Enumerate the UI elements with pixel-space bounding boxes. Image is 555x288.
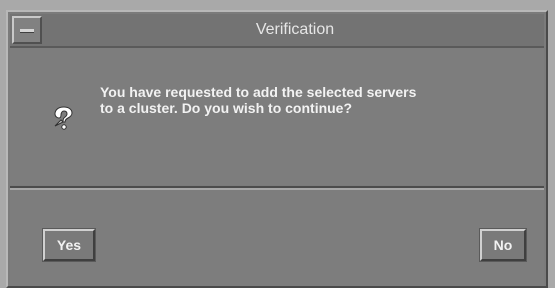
dialog-frame: Verification You have requested to add t… <box>6 10 548 288</box>
dialog-body: You have requested to add the selected s… <box>10 48 544 185</box>
button-area: Yes No <box>10 190 544 286</box>
window-menu-button[interactable] <box>12 16 42 44</box>
dialog-message: You have requested to add the selected s… <box>100 84 417 116</box>
no-button[interactable]: No <box>479 228 527 262</box>
dialog-title: Verification <box>255 21 335 38</box>
window-menu-icon <box>20 29 34 33</box>
dialog-window: Verification You have requested to add t… <box>0 0 555 288</box>
question-icon <box>54 106 73 130</box>
title-bar[interactable]: Verification <box>10 14 544 48</box>
yes-button[interactable]: Yes <box>42 228 96 262</box>
